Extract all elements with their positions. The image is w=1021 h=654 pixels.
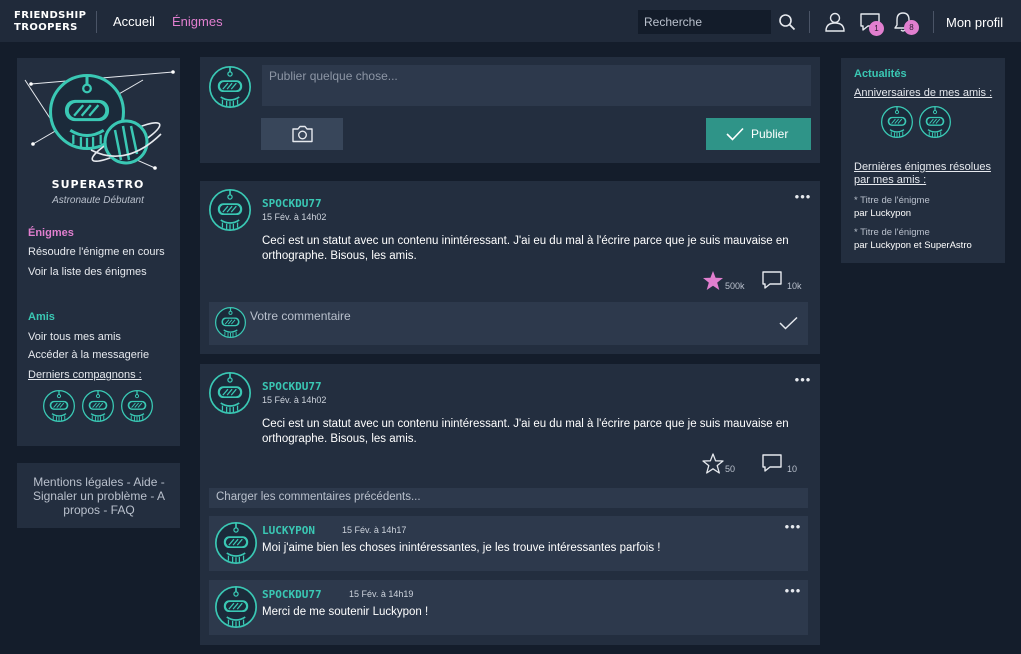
publish-button[interactable]: Publier [706, 118, 811, 150]
comment-count: 10k [787, 281, 802, 291]
comment-more-options-icon[interactable]: ••• [783, 584, 803, 597]
comment-text: Merci de me soutenir Luckypon ! [262, 606, 429, 618]
add-photo-button[interactable] [261, 118, 343, 150]
friends-section-title: Amis [28, 311, 55, 323]
nav-divider [933, 11, 934, 33]
load-previous-comments[interactable]: Charger les commentaires précédents... [209, 488, 808, 508]
comment-item: LUCKYPON 15 Fév. à 14h17 ••• Moi j'aime … [209, 516, 808, 571]
report-problem-link[interactable]: Signaler un problème [33, 489, 147, 503]
comment-author-name[interactable]: SPOCKDU77 [262, 588, 322, 601]
search-input[interactable] [638, 10, 771, 34]
legal-link[interactable]: Mentions légales [33, 475, 123, 489]
user-icon[interactable] [824, 12, 846, 32]
like-count: 50 [725, 464, 736, 474]
solved-enigmas-link-line-2: par mes amis : [854, 174, 927, 186]
friend-birthday-avatar[interactable] [881, 106, 913, 138]
post-card: SPOCKDU77 15 Fév. à 14h02 ••• Ceci est u… [200, 364, 820, 645]
nav-divider [96, 11, 97, 33]
messaging-link[interactable]: Accéder à la messagerie [28, 349, 149, 361]
post-author-name[interactable]: SPOCKDU77 [262, 380, 322, 393]
nav-link-accueil[interactable]: Accueil [113, 14, 155, 29]
comment-text: Moi j'aime bien les choses inintéressant… [262, 542, 661, 554]
comment-item: SPOCKDU77 15 Fév. à 14h19 ••• Merci de m… [209, 580, 808, 635]
solved-enigmas-link[interactable]: Dernières énigmes résolues par mes amis … [854, 161, 991, 187]
solved-enigma-solvers: par Luckypon et SuperAstro [854, 240, 972, 251]
companion-avatar[interactable] [121, 390, 153, 422]
nav-divider [809, 11, 810, 33]
news-title: Actualités [854, 68, 907, 80]
post-text: Ceci est un statut avec un contenu inint… [262, 235, 789, 262]
footer-links: Mentions légales - Aide - Signaler un pr… [32, 475, 166, 517]
like-count: 500k [725, 281, 745, 291]
post-card: SPOCKDU77 15 Fév. à 14h02 ••• Ceci est u… [200, 181, 820, 354]
comment-date: 15 Fév. à 14h17 [342, 525, 407, 535]
post-more-options-icon[interactable]: ••• [793, 190, 813, 203]
star-icon[interactable] [702, 270, 724, 291]
friend-birthday-avatar[interactable] [919, 106, 951, 138]
nav-link-enigmes[interactable]: Énigmes [172, 14, 223, 29]
comment-icon[interactable] [761, 453, 783, 473]
comment-form [209, 302, 808, 345]
notifications-badge: 8 [904, 20, 919, 35]
post-author-name[interactable]: SPOCKDU77 [262, 197, 322, 210]
birthdays-link[interactable]: Anniversaires de mes amis : [854, 87, 992, 100]
profile-rank: Astronaute Débutant [52, 195, 144, 206]
messages-badge: 1 [869, 21, 884, 36]
help-link[interactable]: Aide [133, 475, 157, 489]
companion-avatar[interactable] [43, 390, 75, 422]
check-icon [726, 127, 744, 141]
profile-username: SUPERASTRO [51, 178, 145, 191]
my-avatar[interactable] [209, 66, 251, 108]
post-more-options-icon[interactable]: ••• [793, 373, 813, 386]
comment-count: 10 [787, 464, 798, 474]
footer-links-panel: Mentions légales - Aide - Signaler un pr… [17, 463, 180, 528]
comment-input[interactable] [250, 302, 750, 330]
publish-input[interactable] [262, 65, 811, 106]
site-logo[interactable]: FRIENDSHIP TROOPERS [14, 10, 86, 34]
search-icon[interactable] [778, 13, 796, 31]
logo-line-2: TROOPERS [14, 22, 78, 33]
my-profile-link[interactable]: Mon profil [946, 15, 1003, 30]
send-comment-check-icon[interactable] [779, 316, 798, 330]
top-navbar: FRIENDSHIP TROOPERS Accueil Énigmes 1 8 … [0, 0, 1021, 42]
comment-icon[interactable] [761, 270, 783, 290]
all-friends-link[interactable]: Voir tous mes amis [28, 331, 121, 343]
my-avatar[interactable] [215, 307, 246, 338]
solve-current-enigma-link[interactable]: Résoudre l'énigme en cours [28, 246, 165, 258]
right-sidebar: Actualités Anniversaires de mes amis : D… [841, 58, 1005, 263]
post-author-avatar[interactable] [209, 372, 251, 414]
post-date: 15 Fév. à 14h02 [262, 212, 327, 222]
star-icon[interactable] [702, 453, 724, 474]
comment-more-options-icon[interactable]: ••• [783, 520, 803, 533]
left-sidebar: SUPERASTRO Astronaute Débutant Énigmes R… [17, 58, 180, 446]
camera-icon [292, 125, 313, 143]
comment-date: 15 Fév. à 14h19 [349, 589, 414, 599]
solved-enigma-title[interactable]: * Titre de l'énigme [854, 195, 930, 206]
post-composer: Publier [200, 57, 820, 163]
profile-astronaut-illustration [24, 70, 175, 170]
faq-link[interactable]: FAQ [111, 503, 135, 517]
publish-button-label: Publier [751, 127, 789, 141]
post-date: 15 Fév. à 14h02 [262, 395, 327, 405]
solved-enigma-title[interactable]: * Titre de l'énigme [854, 227, 930, 238]
post-author-avatar[interactable] [209, 189, 251, 231]
solved-enigma-solvers: par Luckypon [854, 208, 912, 219]
companion-avatar[interactable] [82, 390, 114, 422]
solved-enigmas-link-line-1: Dernières énigmes résolues [854, 161, 991, 173]
enigmes-section-title: Énigmes [28, 227, 74, 239]
post-text: Ceci est un statut avec un contenu inint… [262, 418, 789, 445]
comment-author-avatar[interactable] [215, 522, 257, 564]
logo-line-1: FRIENDSHIP [14, 10, 87, 21]
comment-author-name[interactable]: LUCKYPON [262, 524, 315, 537]
enigma-list-link[interactable]: Voir la liste des énigmes [28, 266, 147, 278]
recent-companions-label[interactable]: Derniers compagnons : [28, 369, 142, 381]
comment-author-avatar[interactable] [215, 586, 257, 628]
